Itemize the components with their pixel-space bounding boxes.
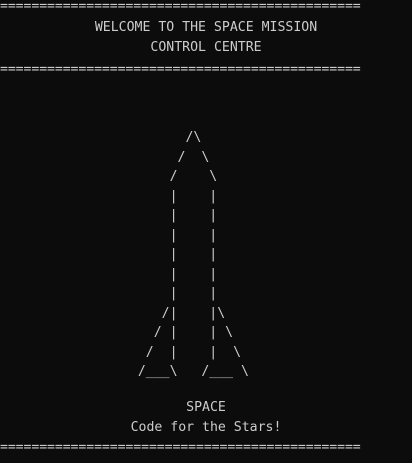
rocket-art-text: /\ / \ / \ | | | | | | | | | | | | /| |\…: [137, 130, 249, 379]
top-divider: ========================================…: [0, 0, 361, 14]
partial-next-line: . . . . . . . . . . . . .: [0, 458, 357, 463]
welcome-title-line-2: CONTROL CENTRE: [150, 40, 262, 55]
tagline: Code for the Stars!: [130, 420, 282, 435]
middle-divider: ========================================…: [0, 62, 361, 77]
brand-label: SPACE: [186, 400, 226, 415]
rocket-ascii-art: /\ / \ / \ | | | | | | | | | | | | /| |\…: [114, 92, 412, 382]
welcome-title-line-1: WELCOME TO THE SPACE MISSION: [94, 20, 318, 35]
terminal-window: ========================================…: [0, 0, 412, 463]
bottom-divider: ========================================…: [0, 440, 361, 455]
